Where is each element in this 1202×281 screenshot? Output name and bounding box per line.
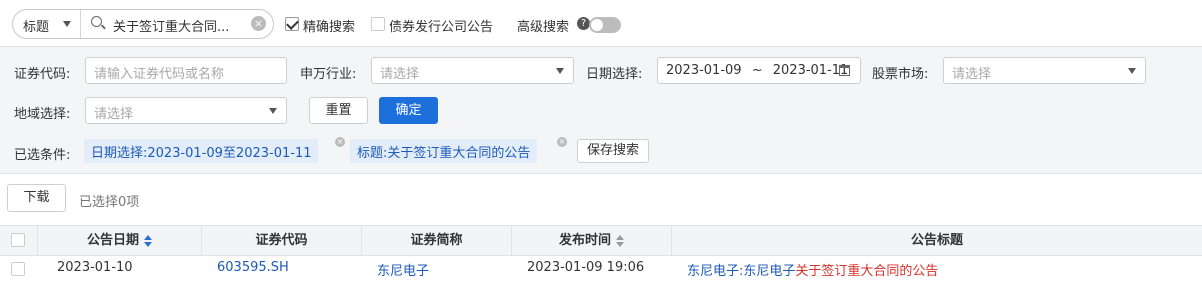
advanced-search-label: 高级搜索 [517, 20, 570, 35]
column-header-label: 发布时间 [558, 233, 611, 248]
calendar-icon [839, 65, 850, 76]
search-box[interactable]: 标题 关于签订重大合同... × [12, 9, 274, 39]
filter-tag-label: 标题:关于签订重大合同的公告 [357, 146, 531, 161]
table-row: 2023-01-10 603595.SH 东尼电子 2023-01-09 19:… [0, 256, 1202, 281]
column-header-label: 证券代码 [255, 233, 308, 248]
divider [80, 10, 81, 38]
column-header-time[interactable]: 发布时间 [512, 226, 672, 255]
market-label: 股票市场: [872, 67, 929, 82]
date-separator: ~ [751, 63, 763, 78]
header-select-cell [0, 226, 38, 255]
chevron-down-icon[interactable] [63, 21, 71, 27]
market-placeholder: 请选择 [952, 67, 992, 82]
column-header-date[interactable]: 公告日期 [38, 226, 202, 255]
search-bar-row: 标题 关于签订重大合同... × 精确搜索 债券发行公司公告 高级搜索 ? [0, 0, 1202, 46]
date-start: 2023-01-09 [666, 63, 742, 78]
row-checkbox[interactable] [11, 262, 25, 276]
column-header-title: 公告标题 [672, 226, 1202, 255]
cell-time: 2023-01-09 19:06 [527, 260, 645, 275]
security-code-input[interactable]: 请输入证券代码或名称 [85, 57, 287, 84]
bond-issuer-checkbox[interactable] [371, 17, 385, 31]
search-input[interactable]: 关于签订重大合同... [113, 16, 245, 35]
cell-title-link[interactable]: 东尼电子:东尼电子关于签订重大合同的公告 [687, 260, 938, 279]
date-label: 日期选择: [586, 67, 643, 82]
close-icon[interactable]: × [335, 137, 345, 147]
cell-code-link[interactable]: 603595.SH [217, 260, 289, 275]
filter-panel: 证券代码: 请输入证券代码或名称 申万行业: 请选择 日期选择: 2023-01… [0, 46, 1202, 174]
table-header: 公告日期 证券代码 证券简称 发布时间 公告标题 [0, 225, 1202, 256]
sort-icon[interactable] [616, 234, 624, 247]
date-end: 2023-01-11 [772, 63, 849, 78]
industry-label: 申万行业: [300, 67, 357, 82]
column-header-code: 证券代码 [202, 226, 362, 255]
industry-select[interactable]: 请选择 [371, 57, 574, 84]
search-icon [91, 16, 102, 27]
search-type-select[interactable]: 标题 [23, 16, 49, 35]
exact-search-label[interactable]: 精确搜索 [303, 16, 355, 35]
bond-issuer-label[interactable]: 债券发行公司公告 [389, 16, 493, 35]
filter-tag-date[interactable]: 日期选择:2023-01-09至2023-01-11 [84, 139, 319, 163]
title-prefix: 东尼电子:东尼电子 [687, 264, 796, 279]
select-all-checkbox[interactable] [11, 233, 25, 247]
title-highlight: 关于签订重大合同的公告 [795, 264, 939, 279]
reset-button[interactable]: 重置 [309, 97, 368, 124]
market-select[interactable]: 请选择 [943, 57, 1146, 84]
industry-placeholder: 请选择 [380, 67, 420, 82]
confirm-button[interactable]: 确定 [379, 97, 438, 124]
security-code-placeholder: 请输入证券代码或名称 [94, 67, 225, 82]
region-label: 地域选择: [14, 107, 71, 122]
sort-icon[interactable] [144, 234, 152, 247]
chevron-down-icon [556, 68, 564, 74]
date-range-picker[interactable]: 2023-01-09 ~ 2023-01-11 [657, 57, 861, 84]
column-header-label: 公告日期 [86, 233, 139, 248]
security-code-label: 证券代码: [14, 67, 71, 82]
region-placeholder: 请选择 [94, 107, 134, 122]
selected-conditions-label: 已选条件: [14, 148, 71, 163]
selected-count: 已选择0项 [79, 195, 140, 210]
cell-name-link[interactable]: 东尼电子 [377, 260, 429, 279]
clear-icon[interactable]: × [251, 16, 266, 31]
region-select[interactable]: 请选择 [85, 97, 287, 124]
cell-date: 2023-01-10 [57, 260, 133, 275]
column-header-label: 公告标题 [910, 233, 963, 248]
chevron-down-icon [1128, 68, 1136, 74]
filter-tag-title[interactable]: 标题:关于签订重大合同的公告 [350, 139, 538, 163]
close-icon[interactable]: × [557, 137, 567, 147]
exact-search-checkbox[interactable] [285, 17, 299, 31]
filter-tag-label: 日期选择:2023-01-09至2023-01-11 [91, 146, 312, 161]
download-button[interactable]: 下载 [7, 184, 66, 212]
advanced-search-toggle[interactable] [589, 17, 621, 33]
save-search-button[interactable]: 保存搜索 [577, 139, 649, 163]
column-header-label: 证券简称 [410, 233, 463, 248]
chevron-down-icon [269, 108, 277, 114]
column-header-name: 证券简称 [362, 226, 512, 255]
